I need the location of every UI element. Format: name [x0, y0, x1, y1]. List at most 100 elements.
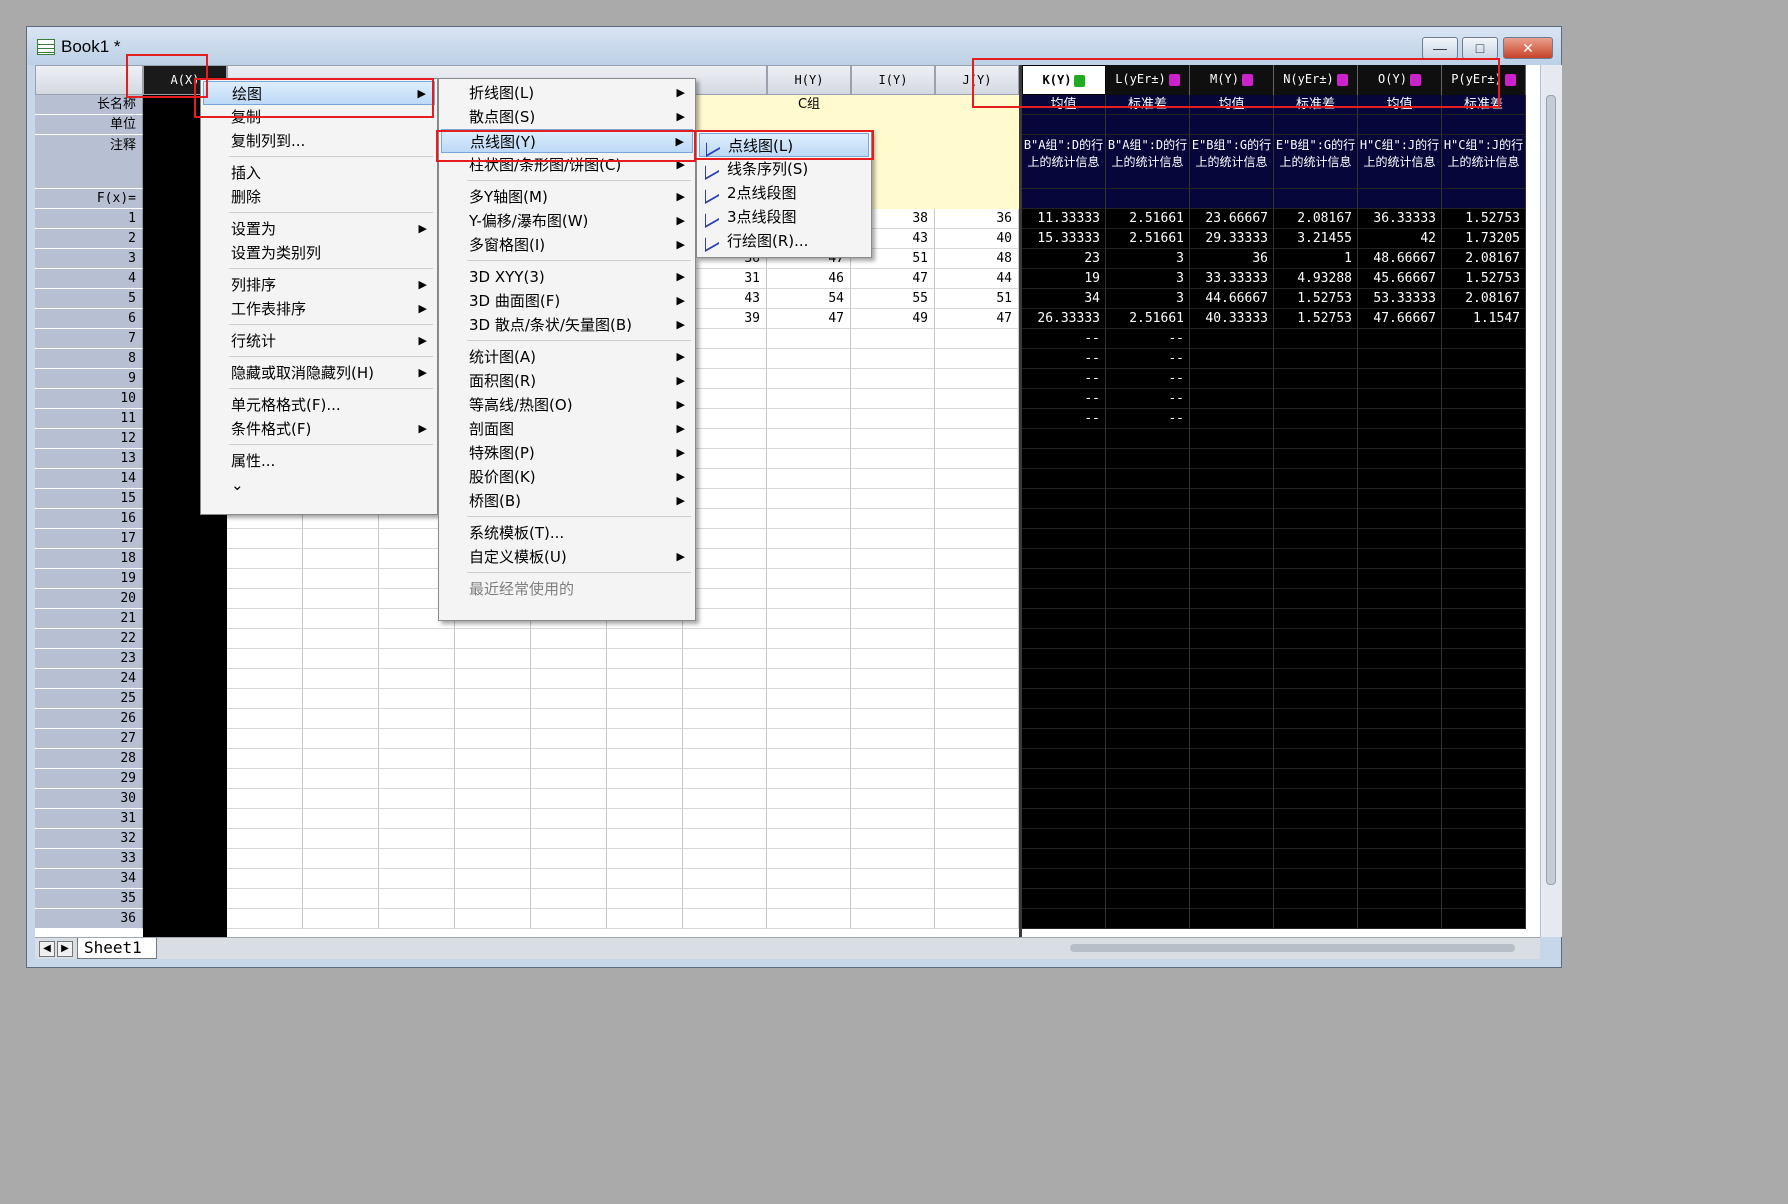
table-cell[interactable] [767, 729, 851, 749]
table-cell[interactable] [1022, 529, 1106, 549]
table-cell[interactable] [1022, 589, 1106, 609]
table-cell[interactable]: -- [1106, 349, 1190, 369]
table-cell[interactable] [1106, 689, 1190, 709]
table-cell[interactable] [683, 649, 767, 669]
table-cell[interactable] [303, 729, 379, 749]
table-cell[interactable]: 2.08167 [1274, 209, 1358, 229]
table-cell[interactable] [303, 649, 379, 669]
table-cell[interactable] [227, 809, 303, 829]
plot-menu-item[interactable]: 等高线/热图(O) ▶ [441, 393, 693, 417]
table-cell[interactable] [227, 889, 303, 909]
table-cell[interactable] [379, 809, 455, 829]
plot-menu-item[interactable]: 特殊图(P) ▶ [441, 441, 693, 465]
table-cell[interactable] [1358, 889, 1442, 909]
table-cell[interactable] [1442, 909, 1526, 929]
plot-menu-item[interactable]: 多Y轴图(M) ▶ [441, 185, 693, 209]
table-cell[interactable]: 23.66667 [1190, 209, 1274, 229]
table-cell[interactable]: -- [1106, 369, 1190, 389]
table-cell[interactable] [227, 849, 303, 869]
row-number[interactable]: 14 [35, 469, 143, 489]
table-cell[interactable]: 1.1547 [1442, 309, 1526, 329]
table-cell[interactable] [767, 649, 851, 669]
row-number[interactable]: 29 [35, 769, 143, 789]
table-cell[interactable] [851, 709, 935, 729]
table-cell[interactable] [851, 629, 935, 649]
table-cell[interactable] [227, 549, 303, 569]
table-cell[interactable] [1106, 889, 1190, 909]
table-cell[interactable] [607, 909, 683, 929]
table-cell[interactable] [1022, 489, 1106, 509]
comment-cell[interactable]: B"A组":D的行上的统计信息 [1106, 135, 1190, 189]
table-cell[interactable]: 1.73205 [1442, 229, 1526, 249]
row-number[interactable]: 23 [35, 649, 143, 669]
table-cell[interactable] [935, 349, 1019, 369]
table-cell[interactable] [935, 409, 1019, 429]
table-cell[interactable] [1190, 689, 1274, 709]
table-cell[interactable] [851, 849, 935, 869]
table-cell[interactable] [303, 629, 379, 649]
table-cell[interactable] [1190, 849, 1274, 869]
context-menu-item[interactable]: 列排序 ▶ [203, 273, 435, 297]
row-number[interactable]: 3 [35, 249, 143, 269]
table-cell[interactable] [607, 629, 683, 649]
table-cell[interactable] [683, 669, 767, 689]
table-cell[interactable] [1022, 449, 1106, 469]
table-cell[interactable]: 15.33333 [1022, 229, 1106, 249]
table-cell[interactable]: 36 [935, 209, 1019, 229]
table-cell[interactable] [1190, 609, 1274, 629]
units-cell[interactable] [1358, 115, 1442, 135]
table-cell[interactable] [227, 869, 303, 889]
table-cell[interactable] [1442, 749, 1526, 769]
table-cell[interactable] [607, 709, 683, 729]
table-cell[interactable] [1274, 709, 1358, 729]
table-cell[interactable] [1358, 909, 1442, 929]
table-cell[interactable] [935, 569, 1019, 589]
table-cell[interactable] [851, 769, 935, 789]
table-cell[interactable]: 3 [1106, 249, 1190, 269]
table-cell[interactable] [1358, 689, 1442, 709]
table-cell[interactable] [227, 629, 303, 649]
table-cell[interactable] [1442, 389, 1526, 409]
table-cell[interactable] [851, 389, 935, 409]
table-cell[interactable] [531, 629, 607, 649]
table-cell[interactable] [1358, 729, 1442, 749]
table-cell[interactable] [1106, 429, 1190, 449]
row-number[interactable]: 8 [35, 349, 143, 369]
table-cell[interactable]: -- [1022, 409, 1106, 429]
table-cell[interactable] [767, 669, 851, 689]
table-cell[interactable] [1358, 569, 1442, 589]
table-cell[interactable]: 19 [1022, 269, 1106, 289]
table-cell[interactable] [1274, 809, 1358, 829]
table-cell[interactable]: 2.51661 [1106, 229, 1190, 249]
table-cell[interactable]: 47 [767, 309, 851, 329]
table-cell[interactable] [379, 689, 455, 709]
table-cell[interactable]: 3 [1106, 289, 1190, 309]
comment-cell[interactable]: H"C组":J的行上的统计信息 [1442, 135, 1526, 189]
table-cell[interactable] [531, 749, 607, 769]
table-cell[interactable] [851, 609, 935, 629]
table-cell[interactable]: 33.33333 [1190, 269, 1274, 289]
table-cell[interactable] [1022, 909, 1106, 929]
table-cell[interactable] [851, 529, 935, 549]
table-cell[interactable] [1358, 469, 1442, 489]
table-cell[interactable]: 2.08167 [1442, 289, 1526, 309]
table-cell[interactable] [1358, 649, 1442, 669]
line-symbol-menu-item[interactable]: 行绘图(R)... [699, 229, 869, 253]
table-cell[interactable]: -- [1022, 369, 1106, 389]
table-cell[interactable] [1358, 769, 1442, 789]
row-number[interactable]: 1 [35, 209, 143, 229]
table-cell[interactable] [767, 609, 851, 629]
table-cell[interactable] [1106, 849, 1190, 869]
table-cell[interactable] [1358, 849, 1442, 869]
table-cell[interactable]: 55 [851, 289, 935, 309]
table-cell[interactable] [851, 489, 935, 509]
comment-cell[interactable]: H"C组":J的行上的统计信息 [1358, 135, 1442, 189]
table-cell[interactable] [1190, 769, 1274, 789]
table-cell[interactable] [1274, 549, 1358, 569]
row-number[interactable]: 26 [35, 709, 143, 729]
table-cell[interactable] [767, 689, 851, 709]
table-cell[interactable] [1358, 609, 1442, 629]
table-cell[interactable] [1022, 609, 1106, 629]
table-cell[interactable] [683, 869, 767, 889]
table-cell[interactable] [851, 649, 935, 669]
